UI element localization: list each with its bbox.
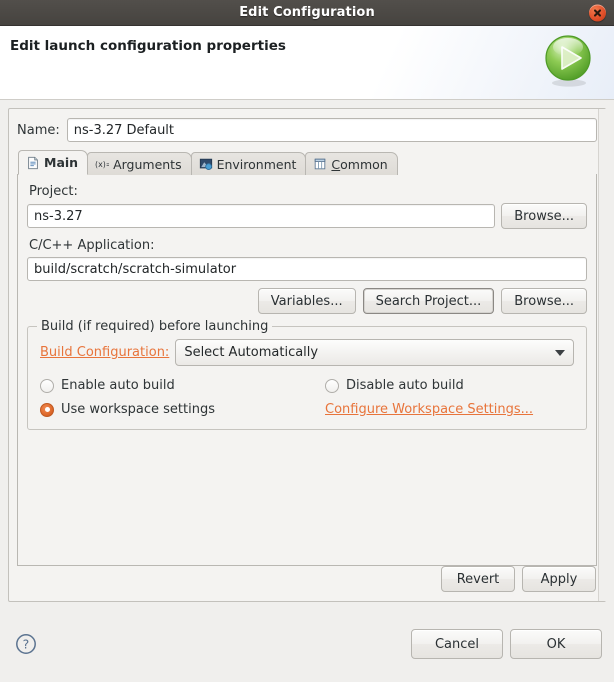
build-configuration-select[interactable]: Select Automatically xyxy=(175,339,574,366)
tab-main[interactable]: Main xyxy=(18,150,89,175)
build-configuration-link[interactable]: Build Configuration: xyxy=(40,345,169,360)
radio-enable-auto-build-indicator xyxy=(40,378,54,393)
radio-use-workspace-settings[interactable]: Use workspace settings xyxy=(40,402,325,417)
tab-main-label: Main xyxy=(44,155,79,170)
right-divider xyxy=(598,109,606,601)
footer-buttons: Cancel OK xyxy=(411,629,602,659)
run-play-icon xyxy=(540,32,598,90)
help-icon[interactable]: ? xyxy=(14,632,38,656)
close-icon[interactable] xyxy=(589,4,606,21)
tab-common-mnemonic: C xyxy=(331,156,341,172)
project-input[interactable] xyxy=(27,204,496,228)
application-row xyxy=(27,257,587,281)
tab-common-rest: ommon xyxy=(340,156,388,172)
build-options-grid: Enable auto build Disable auto build Use… xyxy=(40,378,574,417)
radio-use-workspace-settings-label: Use workspace settings xyxy=(61,402,215,417)
tab-common[interactable]: Common xyxy=(305,152,398,175)
document-icon xyxy=(28,156,38,169)
tab-arguments-label: Arguments xyxy=(113,156,182,172)
dialog-footer: ? Cancel OK xyxy=(0,606,614,682)
project-row: Browse... xyxy=(27,203,587,229)
application-browse-button[interactable]: Browse... xyxy=(501,288,587,314)
environment-icon xyxy=(199,158,212,171)
configure-workspace-settings-link[interactable]: Configure Workspace Settings... xyxy=(325,402,533,417)
search-project-button[interactable]: Search Project... xyxy=(362,288,495,314)
name-label: Name: xyxy=(17,122,60,138)
close-glyph xyxy=(593,8,602,17)
tab-environment-label: Environment xyxy=(216,156,297,172)
window-title: Edit Configuration xyxy=(239,5,375,20)
revert-button[interactable]: Revert xyxy=(441,566,515,592)
chevron-down-icon xyxy=(555,349,565,356)
radio-enable-auto-build-label: Enable auto build xyxy=(61,378,175,393)
name-input[interactable] xyxy=(66,118,597,142)
tab-common-label: Common xyxy=(331,157,387,172)
window-titlebar: Edit Configuration xyxy=(0,0,614,26)
svg-text:(x)=: (x)= xyxy=(95,160,109,169)
radio-disable-auto-build-indicator xyxy=(325,378,339,393)
apply-button[interactable]: Apply xyxy=(522,566,596,592)
tab-page-main: Project: Browse... C/C++ Application: Va… xyxy=(17,174,597,566)
build-config-row: Build Configuration: Select Automaticall… xyxy=(40,339,574,366)
cancel-button[interactable]: Cancel xyxy=(411,629,503,659)
table-icon xyxy=(315,158,326,170)
tab-environment[interactable]: Environment xyxy=(190,152,307,175)
page-title: Edit launch configuration properties xyxy=(10,38,286,54)
revert-apply-row: Revert Apply xyxy=(441,566,596,592)
dialog-body: Name: Main (x)= Arguments xyxy=(0,100,614,606)
tab-arguments[interactable]: (x)= Arguments xyxy=(87,152,192,175)
application-button-row: Variables... Search Project... Browse... xyxy=(27,288,587,314)
run-play-glyph xyxy=(545,35,591,87)
radio-disable-auto-build-label: Disable auto build xyxy=(346,378,464,393)
svg-text:?: ? xyxy=(23,637,30,652)
configure-workspace-cell: Configure Workspace Settings... xyxy=(325,402,574,417)
build-group-title: Build (if required) before launching xyxy=(37,319,273,334)
edit-configuration-dialog: Edit Configuration Edit launch configura… xyxy=(0,0,614,682)
dialog-header: Edit launch configuration properties xyxy=(0,26,614,100)
radio-disable-auto-build[interactable]: Disable auto build xyxy=(325,378,574,393)
build-configuration-value: Select Automatically xyxy=(184,345,319,360)
project-label: Project: xyxy=(29,184,78,199)
radio-enable-auto-build[interactable]: Enable auto build xyxy=(40,378,325,393)
project-browse-button[interactable]: Browse... xyxy=(501,203,587,229)
build-group: Build (if required) before launching Bui… xyxy=(27,319,587,430)
content-frame: Name: Main (x)= Arguments xyxy=(8,108,606,602)
name-row: Name: xyxy=(17,118,597,142)
ok-button[interactable]: OK xyxy=(510,629,602,659)
application-label: C/C++ Application: xyxy=(29,238,155,253)
variables-button[interactable]: Variables... xyxy=(257,288,356,314)
radio-use-workspace-settings-indicator xyxy=(40,402,54,417)
tab-strip: Main (x)= Arguments Environment xyxy=(17,150,597,175)
variable-icon: (x)= xyxy=(95,160,109,169)
application-input[interactable] xyxy=(27,257,587,281)
